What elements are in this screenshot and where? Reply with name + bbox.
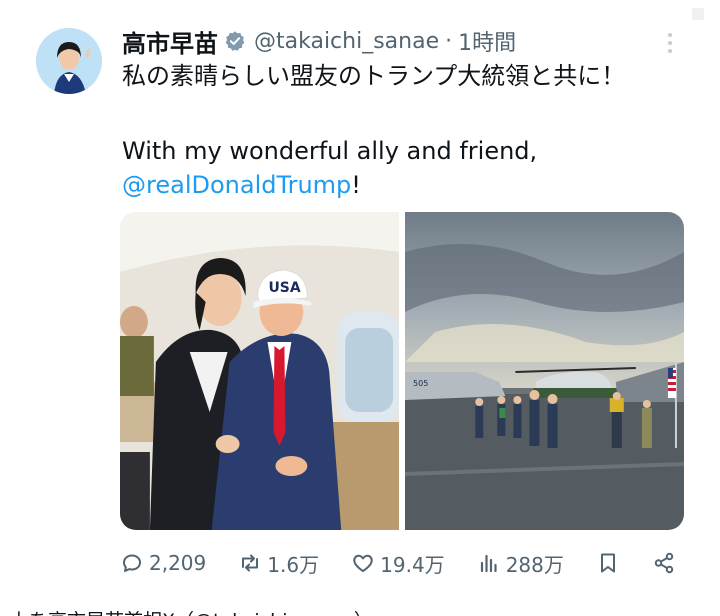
corner-badge (692, 8, 704, 20)
reply-count: 2,209 (149, 551, 207, 575)
share-button[interactable] (652, 551, 676, 575)
reply-icon (123, 554, 141, 572)
display-name[interactable]: 高市早苗 (122, 24, 218, 59)
post-text-mention-line: @realDonaldTrump! (122, 168, 361, 202)
separator-dot: · (445, 28, 453, 54)
like-icon (353, 554, 373, 572)
views-icon (480, 554, 497, 573)
like-button[interactable]: 19.4万 (351, 549, 445, 578)
avatar[interactable] (36, 28, 102, 94)
plane-marking: 505 (413, 379, 428, 388)
mention-link[interactable]: @realDonaldTrump (122, 171, 351, 199)
caption-text: 上を高市早苗首相X（@takaichi_sanae） (10, 606, 373, 616)
photo-plane-interior[interactable]: USA (120, 212, 399, 530)
post-header: 高市早苗 @takaichi_sanae · 1時間 (122, 24, 516, 58)
post-timestamp[interactable]: 1時間 (458, 25, 516, 57)
image-caption: 上を高市早苗首相X（@takaichi_sanae） (10, 598, 710, 616)
mention-suffix: ! (351, 171, 361, 199)
repost-count: 1.6万 (267, 552, 320, 577)
share-icon (654, 552, 674, 574)
post-text-jp: 私の素晴らしい盟友のトランプ大統領と共に！ (122, 62, 626, 90)
repost-button[interactable]: 1.6万 (238, 549, 319, 578)
verified-badge-icon (224, 30, 246, 52)
repost-icon (242, 554, 259, 572)
bookmark-icon (600, 553, 615, 573)
post-text-en: With my wonderful ally and friend, (122, 137, 538, 165)
action-bar: 2,209 1.6万 19.4万 288万 (120, 546, 676, 580)
like-count: 19.4万 (380, 552, 445, 577)
handle[interactable]: @takaichi_sanae (254, 29, 439, 54)
media-grid: USA 505 (120, 212, 684, 530)
reply-button[interactable]: 2,209 (120, 551, 206, 575)
more-options-icon[interactable] (660, 30, 680, 56)
views-button[interactable]: 288万 (477, 549, 564, 578)
view-count: 288万 (505, 552, 564, 577)
bookmark-button[interactable] (596, 551, 620, 575)
cap-text: USA (268, 280, 300, 296)
photo-aircraft-carrier[interactable]: 505 (405, 212, 684, 530)
